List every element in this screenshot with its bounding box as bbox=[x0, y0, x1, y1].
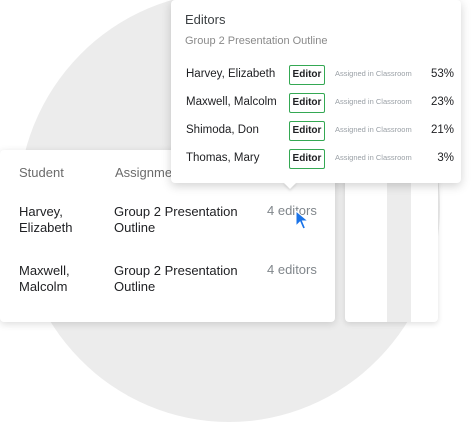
editor-name: Thomas, Mary bbox=[186, 152, 260, 164]
editor-source: Assigned in Classroom bbox=[335, 97, 412, 106]
editor-role-badge: Editor bbox=[289, 65, 325, 85]
editor-source: Assigned in Classroom bbox=[335, 125, 412, 134]
side-panel-stripe bbox=[387, 168, 411, 322]
editor-name: Harvey, Elizabeth bbox=[186, 68, 276, 80]
editor-percent: 23% bbox=[430, 96, 454, 108]
editor-role-badge: Editor bbox=[289, 121, 325, 141]
popover-title: Editors bbox=[185, 12, 226, 27]
assignment-title: Group 2 Presentation Outline bbox=[114, 263, 238, 294]
editors-popover: Editors Group 2 Presentation Outline Har… bbox=[171, 0, 461, 183]
student-name: Harvey, Elizabeth bbox=[19, 204, 73, 235]
popover-subtitle: Group 2 Presentation Outline bbox=[185, 35, 328, 47]
editor-percent: 53% bbox=[430, 68, 454, 80]
popover-caret bbox=[283, 182, 297, 189]
editors-link[interactable]: 4 editors bbox=[267, 203, 317, 218]
editor-role-badge: Editor bbox=[289, 149, 325, 169]
editor-source: Assigned in Classroom bbox=[335, 69, 412, 78]
editor-row[interactable]: Shimoda, Don Editor Assigned in Classroo… bbox=[171, 121, 461, 141]
column-header-student[interactable]: Student bbox=[19, 165, 64, 180]
editor-source: Assigned in Classroom bbox=[335, 153, 412, 162]
editor-row[interactable]: Harvey, Elizabeth Editor Assigned in Cla… bbox=[171, 65, 461, 85]
editor-row[interactable]: Thomas, Mary Editor Assigned in Classroo… bbox=[171, 149, 461, 169]
column-header-assignment[interactable]: Assignme bbox=[115, 165, 172, 180]
editor-name: Maxwell, Malcolm bbox=[186, 96, 277, 108]
assignment-title: Group 2 Presentation Outline bbox=[114, 204, 238, 235]
mouse-pointer-icon bbox=[295, 210, 309, 230]
editor-percent: 3% bbox=[437, 152, 454, 164]
student-name: Maxwell, Malcolm bbox=[19, 263, 70, 294]
editor-row[interactable]: Maxwell, Malcolm Editor Assigned in Clas… bbox=[171, 93, 461, 113]
editor-name: Shimoda, Don bbox=[186, 124, 259, 136]
editors-link[interactable]: 4 editors bbox=[267, 262, 317, 277]
editor-percent: 21% bbox=[430, 124, 454, 136]
editor-role-badge: Editor bbox=[289, 93, 325, 113]
